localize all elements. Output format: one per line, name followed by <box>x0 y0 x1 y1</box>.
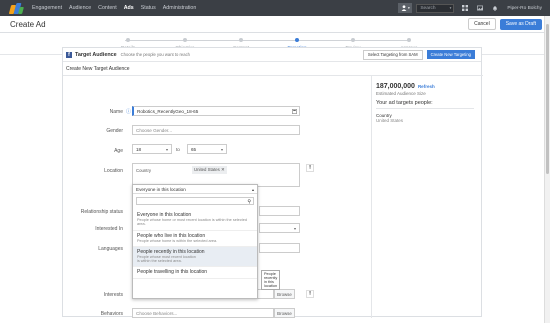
dropdown-selected[interactable]: Everyone in this location ▴ <box>133 185 257 194</box>
card-title: Target Audience <box>75 51 117 58</box>
facebook-icon: f <box>66 51 72 58</box>
country-value: United States <box>376 118 404 123</box>
nav-item-engagement[interactable]: Engagement <box>32 5 62 11</box>
dropdown-option[interactable]: People who live in this location People … <box>133 231 257 247</box>
languages-label: Languages <box>98 246 123 252</box>
bell-icon[interactable] <box>492 5 498 11</box>
name-label: Name <box>109 109 123 115</box>
close-icon[interactable]: ✕ <box>221 167 225 172</box>
top-nav-bar: Engagement Audience Content Ads Status A… <box>0 0 550 16</box>
app-logo-icon[interactable] <box>8 2 24 14</box>
nav-item-ads[interactable]: Ads <box>124 5 134 11</box>
languages-input[interactable] <box>259 243 300 253</box>
nav-item-administration[interactable]: Administration <box>163 5 197 11</box>
page-scrollbar[interactable] <box>544 16 550 323</box>
age-from-select[interactable]: 18 ▾ <box>132 144 172 154</box>
card-subtitle: Choose the people you want to reach <box>120 52 191 57</box>
interested-in-select[interactable]: ▾ <box>259 223 300 233</box>
location-tag[interactable]: United States ✕ <box>192 166 227 174</box>
page-title: Create Ad <box>10 19 46 29</box>
dropdown-option-highlighted[interactable]: People recently in this location People … <box>133 246 257 268</box>
age-to-select[interactable]: 65 ▾ <box>187 144 227 154</box>
dropdown-search-input[interactable]: ⚲ <box>136 197 254 205</box>
card-header: f Target Audience Choose the people you … <box>63 48 481 62</box>
scrollbar-thumb[interactable] <box>546 24 549 174</box>
user-menu-button[interactable]: ▾ <box>398 3 413 13</box>
age-label: Age <box>114 148 123 154</box>
estimated-size-label: Estimated Audience Size <box>376 91 426 96</box>
gender-select[interactable]: Choose Gender... <box>132 125 300 135</box>
audience-summary: 187,000,000 Refresh Estimated Audience Si… <box>376 83 474 123</box>
targets-title: Your ad targets people: <box>376 100 474 109</box>
location-type-dropdown[interactable]: Everyone in this location ▴ ⚲ Everyone in… <box>132 184 281 299</box>
relationship-status-label: Relationship status <box>80 209 123 215</box>
user-name[interactable]: Piper-Ro Bolchy <box>507 6 542 11</box>
create-new-targeting-button[interactable]: Create New Targeting <box>426 50 475 59</box>
interests-browse-button[interactable]: Browse <box>274 289 295 299</box>
behaviors-input[interactable]: Choose Behaviors... <box>132 308 274 318</box>
user-icon <box>401 5 407 11</box>
cancel-button[interactable]: Cancel <box>468 18 496 30</box>
vertical-divider <box>371 76 372 318</box>
chevron-up-icon: ▴ <box>251 186 254 192</box>
chevron-down-icon: ▾ <box>165 146 168 152</box>
search-input[interactable]: Search ▾ <box>416 3 455 13</box>
gender-label: Gender <box>106 128 123 134</box>
chevron-down-icon: ▾ <box>220 146 223 152</box>
save-draft-button[interactable]: Save as Draft <box>499 18 542 30</box>
audience-count: 187,000,000 <box>376 83 415 90</box>
age-to-label: to <box>176 147 180 152</box>
behaviors-browse-button[interactable]: Browse <box>274 308 295 318</box>
location-label: Location <box>104 168 123 174</box>
nav-item-status[interactable]: Status <box>141 5 156 11</box>
section-title: Create New Target Audience <box>66 66 130 72</box>
chevron-down-icon: ▾ <box>449 6 452 10</box>
upload-icon[interactable]: ⭱ <box>306 290 314 298</box>
interested-in-label: Interested In <box>95 226 123 232</box>
name-input[interactable]: Robotics_RecentlyGeo_18-65 <box>132 106 300 116</box>
behaviors-label: Behaviors <box>100 311 123 317</box>
interests-label: Interests <box>103 292 123 298</box>
refresh-link[interactable]: Refresh <box>418 84 435 89</box>
nav-item-audience[interactable]: Audience <box>69 5 91 11</box>
divider <box>63 75 483 76</box>
page-header: Create Ad Cancel Save as Draft <box>0 16 550 33</box>
image-icon[interactable] <box>477 5 484 11</box>
calculator-icon[interactable] <box>292 108 297 114</box>
chevron-down-icon: ▾ <box>293 225 296 231</box>
chevron-down-icon: ▾ <box>407 6 410 10</box>
relationship-status-select[interactable] <box>259 206 300 216</box>
grid-icon[interactable] <box>462 5 469 11</box>
upload-icon[interactable]: ⭱ <box>306 164 314 172</box>
target-audience-card: f Target Audience Choose the people you … <box>62 47 483 318</box>
dropdown-option[interactable]: People travelling in this location <box>133 267 257 280</box>
location-type: Country <box>136 168 152 173</box>
nav-item-content[interactable]: Content <box>98 5 117 11</box>
option-tooltip: People recently in this location <box>261 270 281 290</box>
search-icon: ⚲ <box>247 198 251 205</box>
select-from-sam-button[interactable]: Select Targeting from SAM <box>362 49 423 60</box>
info-icon: ⓘ <box>126 109 132 115</box>
dropdown-option[interactable]: Everyone in this location People whose h… <box>133 210 257 231</box>
